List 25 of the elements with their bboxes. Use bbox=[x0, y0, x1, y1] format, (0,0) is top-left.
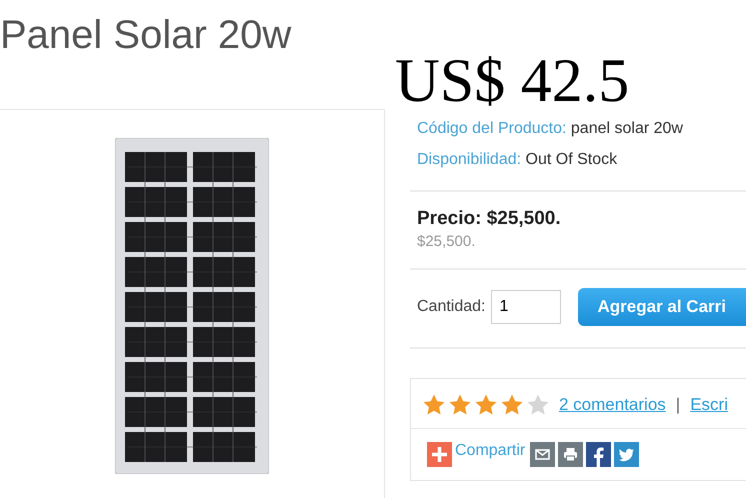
quantity-field[interactable]: 1 bbox=[490, 290, 560, 324]
share-link[interactable]: Compartir bbox=[455, 442, 526, 460]
old-price: $25,500. bbox=[417, 232, 476, 252]
email-icon[interactable] bbox=[530, 442, 556, 467]
plus-icon[interactable] bbox=[427, 442, 452, 467]
star-icon bbox=[423, 394, 445, 416]
facebook-icon[interactable] bbox=[586, 442, 612, 467]
price-overlay: US$ 42.5 bbox=[395, 46, 630, 116]
detail-value: panel solar 20w bbox=[570, 120, 683, 137]
detail-label: Disponibilidad: bbox=[417, 151, 522, 168]
add-to-cart-button[interactable]: Agregar al Carri bbox=[578, 288, 746, 326]
reviews-link[interactable]: 2 comentarios bbox=[559, 395, 666, 415]
write-review-link[interactable]: Escri bbox=[690, 395, 728, 415]
twitter-icon[interactable] bbox=[614, 442, 640, 467]
star-icon bbox=[527, 394, 549, 416]
price: Precio: $25,500. bbox=[417, 207, 562, 231]
star-icon bbox=[475, 394, 497, 416]
page-title: Panel Solar 20w bbox=[0, 12, 292, 59]
detail-label: Código del Producto: bbox=[417, 120, 566, 137]
separator: | bbox=[676, 395, 680, 415]
print-icon[interactable] bbox=[558, 442, 584, 467]
star-icon bbox=[501, 394, 523, 416]
detail-value: Out Of Stock bbox=[526, 151, 618, 168]
star-icon bbox=[449, 394, 471, 416]
quantity-label: Cantidad: bbox=[417, 298, 486, 316]
